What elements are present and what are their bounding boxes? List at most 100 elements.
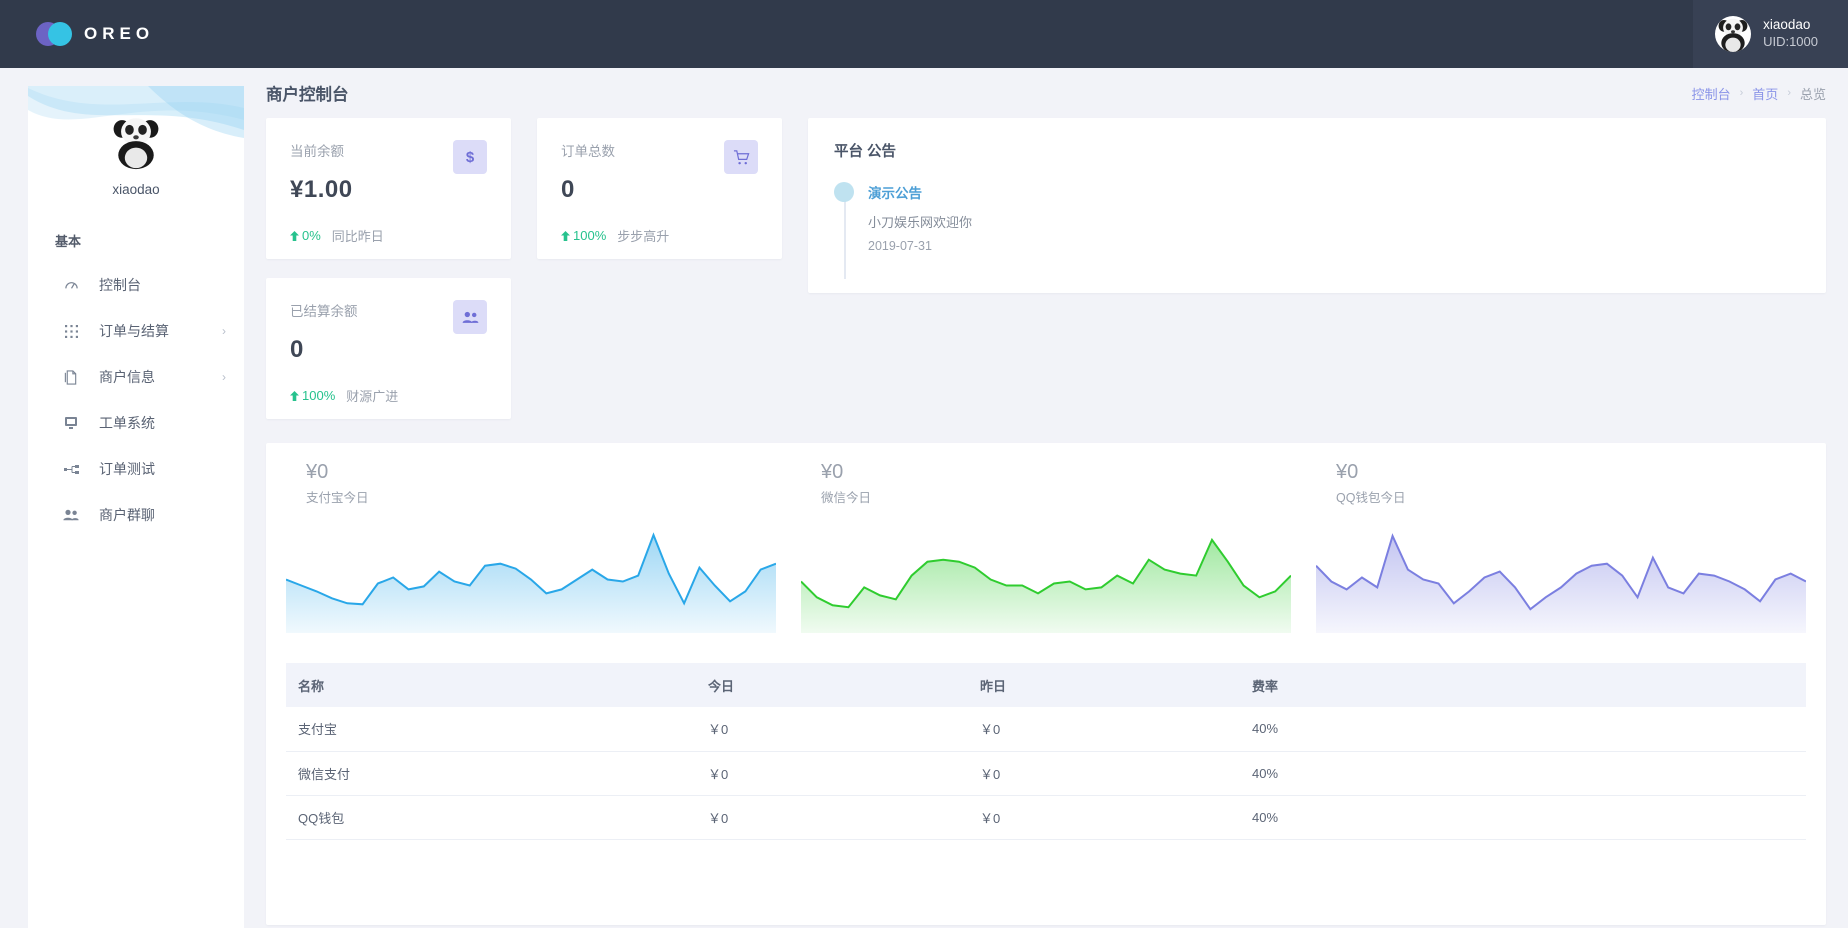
user-name: xiaodao — [1763, 17, 1818, 34]
stat-trend-value: 100% — [302, 388, 335, 403]
sidebar-menu: 控制台 订单与结算 › 商户信息 › — [28, 262, 244, 538]
sidebar-item-label: 订单与结算 — [99, 321, 222, 341]
cell-yesterday: ￥0 — [968, 795, 1240, 839]
cell-rate: 40% — [1240, 751, 1806, 795]
panda-avatar-icon — [1715, 16, 1751, 52]
payment-overview-panel: ¥0 支付宝今日 ¥0 微信今日 ¥0 QQ钱包今日 名称 今日 昨日 — [266, 443, 1826, 925]
table-header-rate: 费率 — [1240, 663, 1806, 707]
summary-row: 当前余额 ¥1.00 0% 同比昨日 $ 订单总数 0 — [244, 118, 1848, 419]
breadcrumb-item-home[interactable]: 首页 — [1752, 84, 1778, 103]
stat-note: 财源广进 — [346, 386, 398, 405]
top-bar: OREO xiaodao UID:1000 — [0, 0, 1848, 68]
cell-today: ￥0 — [696, 795, 968, 839]
stat-card-settled-balance[interactable]: 已结算余额 0 100% 财源广进 — [266, 278, 511, 419]
breadcrumb-item-current: 总览 — [1800, 84, 1826, 103]
page-title: 商户控制台 — [266, 81, 349, 105]
main-content: 商户控制台 控制台 › 首页 › 总览 当前余额 ¥1.00 0% — [244, 68, 1848, 928]
sidebar-item-ticket-system[interactable]: 工单系统 — [28, 400, 244, 446]
chart-amount: ¥0 — [286, 461, 776, 484]
table-header-today: 今日 — [696, 663, 968, 707]
cell-name: QQ钱包 — [286, 795, 696, 839]
dashboard-icon — [60, 278, 82, 293]
user-meta: xiaodao UID:1000 — [1763, 17, 1818, 50]
table-row[interactable]: 支付宝 ￥0 ￥0 40% — [286, 707, 1806, 751]
user-menu[interactable]: xiaodao UID:1000 — [1693, 0, 1848, 68]
chart-caption: 微信今日 — [801, 487, 1291, 506]
logo-circles-icon — [36, 21, 82, 47]
stat-trend-value: 100% — [573, 228, 606, 243]
chart-caption: QQ钱包今日 — [1316, 487, 1806, 506]
users-icon — [60, 509, 82, 521]
timeline-line — [844, 191, 846, 279]
cell-name: 支付宝 — [286, 707, 696, 751]
arrow-up-icon — [290, 231, 299, 241]
sidebar: xiaodao 基本 控制台 订单与结算 › — [28, 86, 244, 928]
table-body: 支付宝 ￥0 ￥0 40% 微信支付 ￥0 ￥0 40% QQ钱包 ￥0 ￥0 … — [286, 707, 1806, 839]
announcement-title: 平台 公告 — [834, 140, 1800, 161]
chart-caption: 支付宝今日 — [286, 487, 776, 506]
stat-note: 同比昨日 — [332, 226, 384, 245]
table-header-yesterday: 昨日 — [968, 663, 1240, 707]
sparkline-chart-alipay — [286, 528, 776, 633]
payment-rate-table: 名称 今日 昨日 费率 支付宝 ￥0 ￥0 40% 微信支付 ￥0 ￥0 40% — [286, 663, 1806, 840]
table-row[interactable]: QQ钱包 ￥0 ￥0 40% — [286, 795, 1806, 839]
sidebar-item-label: 工单系统 — [99, 413, 226, 433]
cell-yesterday: ￥0 — [968, 707, 1240, 751]
dollar-icon: $ — [453, 140, 487, 174]
stat-value: 0 — [561, 176, 758, 204]
chart-amount: ¥0 — [801, 461, 1291, 484]
table-row[interactable]: 微信支付 ￥0 ￥0 40% — [286, 751, 1806, 795]
chevron-right-icon: › — [222, 324, 226, 338]
stat-card-balance[interactable]: 当前余额 ¥1.00 0% 同比昨日 $ — [266, 118, 511, 259]
stat-card-orders[interactable]: 订单总数 0 100% 步步高升 — [537, 118, 782, 259]
document-icon — [60, 370, 82, 385]
table-head: 名称 今日 昨日 费率 — [286, 663, 1806, 707]
stat-footer: 0% 同比昨日 — [290, 226, 487, 245]
stat-cards-top-row: 当前余额 ¥1.00 0% 同比昨日 $ 订单总数 0 — [266, 118, 782, 259]
stat-cards-column: 当前余额 ¥1.00 0% 同比昨日 $ 订单总数 0 — [266, 118, 782, 419]
cell-yesterday: ￥0 — [968, 751, 1240, 795]
page-header: 商户控制台 控制台 › 首页 › 总览 — [244, 68, 1848, 118]
brand-logo[interactable]: OREO — [36, 21, 154, 47]
chevron-right-icon: › — [1740, 87, 1744, 99]
arrow-up-icon — [561, 231, 570, 241]
brand-name: OREO — [84, 24, 154, 44]
announcement-entry-title[interactable]: 演示公告 — [868, 182, 1800, 202]
grid-icon — [60, 325, 82, 338]
announcement-column: 平台 公告 演示公告 小刀娱乐网欢迎你 2019-07-31 — [808, 118, 1826, 293]
monitor-icon — [60, 416, 82, 430]
sidebar-item-label: 订单测试 — [99, 459, 226, 479]
stat-trend: 0% — [290, 228, 321, 243]
chart-qqwallet: ¥0 QQ钱包今日 — [1316, 461, 1806, 633]
sidebar-item-merchant-chat[interactable]: 商户群聊 — [28, 492, 244, 538]
timeline-dot-icon — [834, 182, 854, 202]
sidebar-profile: xiaodao — [28, 86, 244, 197]
sidebar-item-label: 商户信息 — [99, 367, 222, 387]
sidebar-item-label: 商户群聊 — [99, 505, 226, 525]
announcement-card: 平台 公告 演示公告 小刀娱乐网欢迎你 2019-07-31 — [808, 118, 1826, 293]
breadcrumb-item-console[interactable]: 控制台 — [1692, 84, 1731, 103]
sparkline-charts: ¥0 支付宝今日 ¥0 微信今日 ¥0 QQ钱包今日 — [286, 461, 1806, 633]
cart-icon — [724, 140, 758, 174]
sidebar-item-order-test[interactable]: 订单测试 — [28, 446, 244, 492]
users-icon — [453, 300, 487, 334]
cell-rate: 40% — [1240, 707, 1806, 751]
stat-footer: 100% 步步高升 — [561, 226, 758, 245]
sidebar-item-merchant-info[interactable]: 商户信息 › — [28, 354, 244, 400]
sidebar-section-label: 基本 — [28, 231, 244, 250]
sidebar-item-orders[interactable]: 订单与结算 › — [28, 308, 244, 354]
arrow-up-icon — [290, 391, 299, 401]
chevron-right-icon: › — [222, 370, 226, 384]
cell-today: ￥0 — [696, 751, 968, 795]
sidebar-item-dashboard[interactable]: 控制台 — [28, 262, 244, 308]
node-icon — [60, 463, 82, 476]
table-header-name: 名称 — [286, 663, 696, 707]
stat-footer: 100% 财源广进 — [290, 386, 487, 405]
chevron-right-icon: › — [1787, 87, 1791, 99]
stat-cards-bottom-row: 已结算余额 0 100% 财源广进 — [266, 278, 782, 419]
user-uid: UID:1000 — [1763, 34, 1818, 50]
announcement-timeline: 演示公告 小刀娱乐网欢迎你 2019-07-31 — [834, 182, 1800, 253]
table-header-row: 名称 今日 昨日 费率 — [286, 663, 1806, 707]
stat-note: 步步高升 — [617, 226, 669, 245]
sidebar-user-name: xiaodao — [28, 182, 244, 197]
